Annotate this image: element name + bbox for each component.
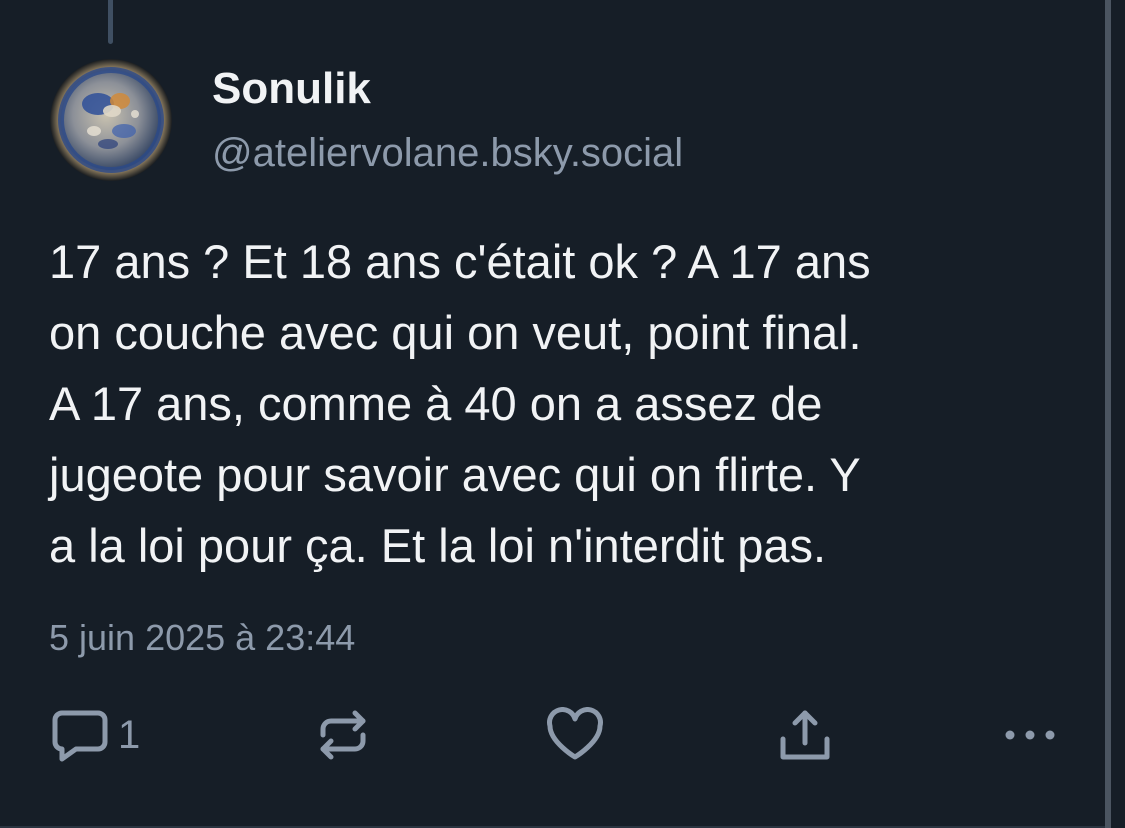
share-button[interactable] — [775, 700, 835, 770]
ceramic-plate-avatar-image — [50, 59, 172, 181]
author-handle[interactable]: @ateliervolane.bsky.social — [212, 131, 683, 176]
post-text: 17 ans ? Et 18 ans c'était ok ? A 17 ans… — [49, 235, 871, 572]
share-icon — [775, 705, 835, 765]
like-button[interactable] — [545, 700, 605, 770]
repost-button[interactable] — [313, 700, 373, 770]
post-timestamp: 5 juin 2025 à 23:44 — [49, 617, 356, 658]
more-options-button[interactable] — [1000, 700, 1060, 770]
post-actions-bar: 1 — [0, 700, 1105, 770]
reply-count: 1 — [118, 712, 141, 757]
avatar[interactable] — [50, 59, 172, 181]
heart-icon — [545, 707, 605, 763]
reply-bubble-icon — [50, 707, 110, 763]
thread-connector-line — [108, 0, 113, 44]
reply-button[interactable]: 1 — [50, 700, 140, 770]
repost-icon — [313, 705, 373, 765]
panel-right-border — [1105, 0, 1111, 828]
more-dots-icon — [1000, 725, 1060, 745]
author-display-name[interactable]: Sonulik — [212, 64, 371, 114]
